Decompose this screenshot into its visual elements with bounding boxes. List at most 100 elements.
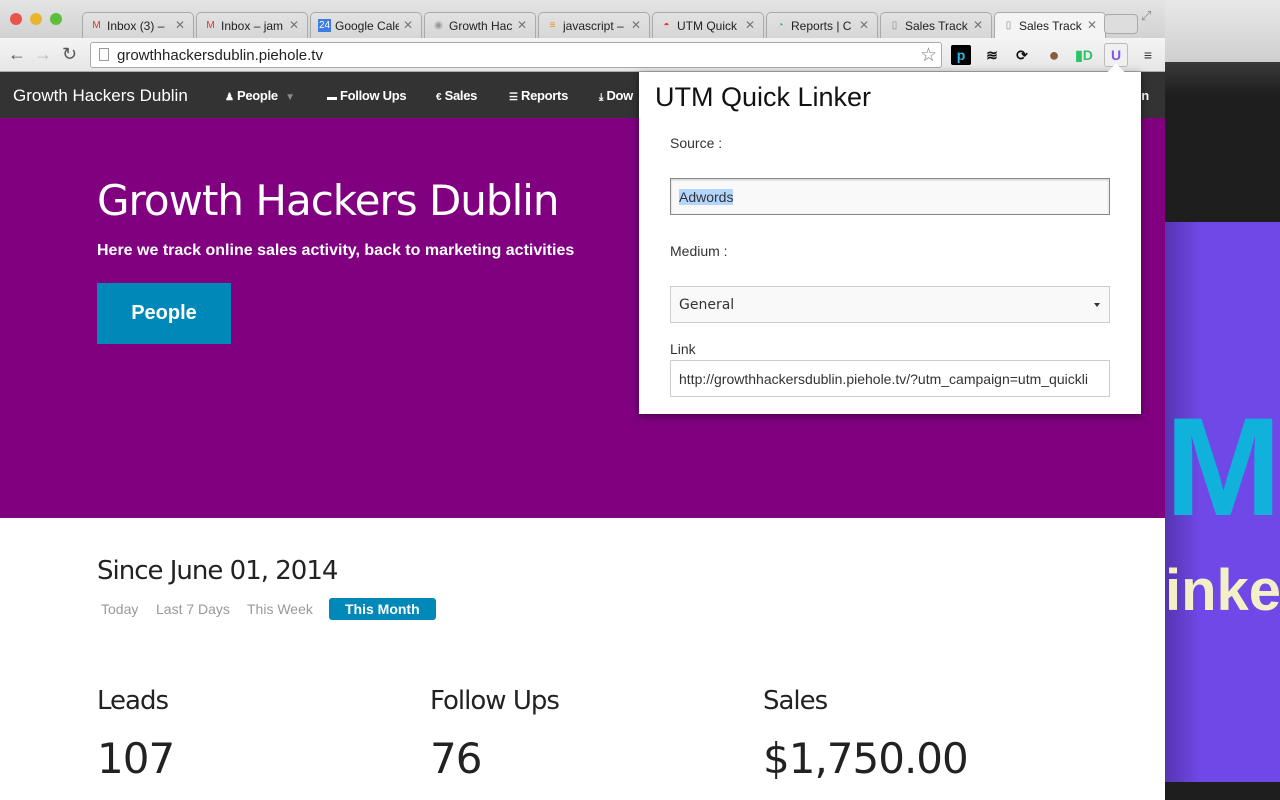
minimize-window-button[interactable] [30, 13, 42, 25]
gmail-icon: M [92, 20, 101, 31]
stat-sales-value: $1,750.00 [763, 734, 969, 783]
close-tab-icon[interactable]: ✕ [289, 18, 299, 32]
range-this-week[interactable]: This Week [247, 601, 313, 617]
background-window: M inke [1165, 0, 1280, 800]
popup-title: UTM Quick Linker [655, 82, 872, 112]
nav-sales[interactable]: € Sales [436, 88, 477, 103]
close-tab-icon[interactable]: ✕ [517, 18, 527, 32]
stat-followups-value: 76 [430, 734, 482, 783]
tab-title: Inbox (3) – [107, 19, 165, 33]
utm-linker-popup: UTM Quick Linker Source : Adwords Medium… [639, 63, 1141, 414]
avatar-extension-icon[interactable]: ● [1044, 45, 1064, 65]
close-tab-icon[interactable]: ✕ [859, 18, 869, 32]
browser-toolbar: ← → ↻ growthhackersdublin.piehole.tv ☆ p… [0, 38, 1165, 72]
address-bar[interactable]: growthhackersdublin.piehole.tv ☆ [90, 42, 942, 68]
page-icon [99, 48, 109, 61]
people-button[interactable]: People [97, 283, 231, 344]
back-button[interactable]: ← [8, 44, 26, 65]
forward-button[interactable]: → [34, 44, 52, 65]
close-tab-icon[interactable]: ✕ [175, 18, 185, 32]
source-label: Source : [670, 135, 723, 151]
stat-followups-label: Follow Ups [430, 686, 560, 716]
medium-value: General [679, 297, 735, 313]
link-output[interactable]: http://growthhackersdublin.piehole.tv/?u… [670, 360, 1110, 397]
analytics-icon: ◔ [777, 20, 784, 31]
user-icon: ♟ [225, 92, 234, 103]
tab-title: Reports | C [791, 19, 852, 33]
browser-tab[interactable]: M Inbox – jam ✕ [196, 12, 308, 38]
chevron-down-icon [1094, 303, 1100, 310]
close-tab-icon[interactable]: ✕ [973, 18, 983, 32]
reload-button[interactable]: ↻ [62, 44, 77, 65]
browser-tab[interactable]: ▯ Sales Track ✕ [994, 12, 1106, 38]
nav-label: Follow Ups [340, 88, 407, 103]
site-brand[interactable]: Growth Hackers Dublin [13, 86, 188, 106]
tab-title: javascript – [563, 19, 624, 33]
background-logo-subtext: inke [1165, 558, 1280, 623]
nav-follow-ups[interactable]: ▬ Follow Ups [327, 88, 407, 103]
pushbullet-extension-icon[interactable]: ▮D [1074, 45, 1094, 65]
close-tab-icon[interactable]: ✕ [403, 18, 413, 32]
stat-sales-label: Sales [763, 686, 828, 716]
source-value: Adwords [679, 189, 734, 205]
tab-title: Google Cale [335, 19, 399, 33]
browser-tab[interactable]: ◔ Reports | C ✕ [766, 12, 878, 38]
url-text: growthhackersdublin.piehole.tv [117, 47, 323, 64]
browser-tab[interactable]: ≡ javascript – ✕ [538, 12, 650, 38]
nav-label: People [236, 88, 278, 103]
link-value: http://growthhackersdublin.piehole.tv/?u… [679, 371, 1088, 387]
pocket-extension-icon[interactable]: p [951, 45, 971, 65]
range-this-month[interactable]: This Month [329, 598, 436, 620]
comment-icon: ▬ [327, 92, 337, 103]
sync-extension-icon[interactable]: ⟳ [1012, 45, 1032, 65]
link-label: Link [670, 341, 696, 357]
close-tab-icon[interactable]: ✕ [1087, 18, 1097, 32]
browser-tab[interactable]: M Inbox (3) – ✕ [82, 12, 194, 38]
chrome-store-icon: ◓ [663, 20, 670, 31]
stat-leads-value: 107 [97, 734, 175, 783]
hero-subtitle: Here we track online sales activity, bac… [97, 242, 575, 259]
nav-reports[interactable]: ☰ Reports [509, 88, 568, 103]
medium-label: Medium : [670, 243, 728, 259]
nav-label: Reports [520, 88, 569, 103]
range-last-7-days[interactable]: Last 7 Days [156, 601, 230, 617]
page-icon: ▯ [1005, 20, 1012, 31]
globe-icon: ◉ [434, 20, 443, 31]
background-logo-text: M [1165, 388, 1280, 545]
page-icon: ▯ [891, 20, 898, 31]
nav-label: Dow [606, 88, 633, 103]
browser-tab[interactable]: ◓ UTM Quick ✕ [652, 12, 764, 38]
bars-icon: ☰ [509, 92, 518, 103]
nav-people[interactable]: ♟ People ▼ [225, 88, 295, 103]
browser-tab[interactable]: ▯ Sales Track ✕ [880, 12, 992, 38]
fullscreen-icon[interactable]: ⤢ [1141, 8, 1151, 24]
since-date: Since June 01, 2014 [97, 556, 338, 586]
tab-title: Inbox – jam [221, 19, 284, 33]
new-tab-button[interactable] [1104, 14, 1138, 34]
close-tab-icon[interactable]: ✕ [631, 18, 641, 32]
stackoverflow-icon: ≡ [549, 20, 556, 31]
source-input[interactable]: Adwords [670, 178, 1110, 215]
range-today[interactable]: Today [101, 601, 138, 617]
euro-icon: € [436, 92, 442, 103]
close-tab-icon[interactable]: ✕ [745, 18, 755, 32]
bookmark-star-icon[interactable]: ☆ [920, 44, 937, 67]
tab-title: UTM Quick [677, 19, 737, 33]
buffer-extension-icon[interactable]: ≋ [982, 45, 1002, 65]
medium-select[interactable]: General [670, 286, 1110, 323]
caret-down-icon: ▼ [285, 92, 295, 103]
nav-dow[interactable]: ⤓ Dow [599, 88, 633, 103]
browser-window: M Inbox (3) – ✕ M Inbox – jam ✕ 24 Google Cale ✕… [0, 0, 1165, 800]
close-window-button[interactable] [10, 13, 22, 25]
tab-title: Sales Track [1019, 19, 1082, 33]
tab-strip: M Inbox (3) – ✕ M Inbox – jam ✕ 24 Google Cale ✕… [0, 0, 1165, 38]
gmail-icon: M [206, 20, 215, 31]
calendar-icon: 24 [318, 19, 331, 32]
zoom-window-button[interactable] [50, 13, 62, 25]
browser-tab[interactable]: 24 Google Cale ✕ [310, 12, 422, 38]
tab-title: Growth Hac [449, 19, 513, 33]
download-icon: ⤓ [599, 92, 604, 103]
menu-icon[interactable]: ≡ [1138, 45, 1158, 65]
browser-tab[interactable]: ◉ Growth Hac ✕ [424, 12, 536, 38]
stat-leads-label: Leads [97, 686, 169, 716]
